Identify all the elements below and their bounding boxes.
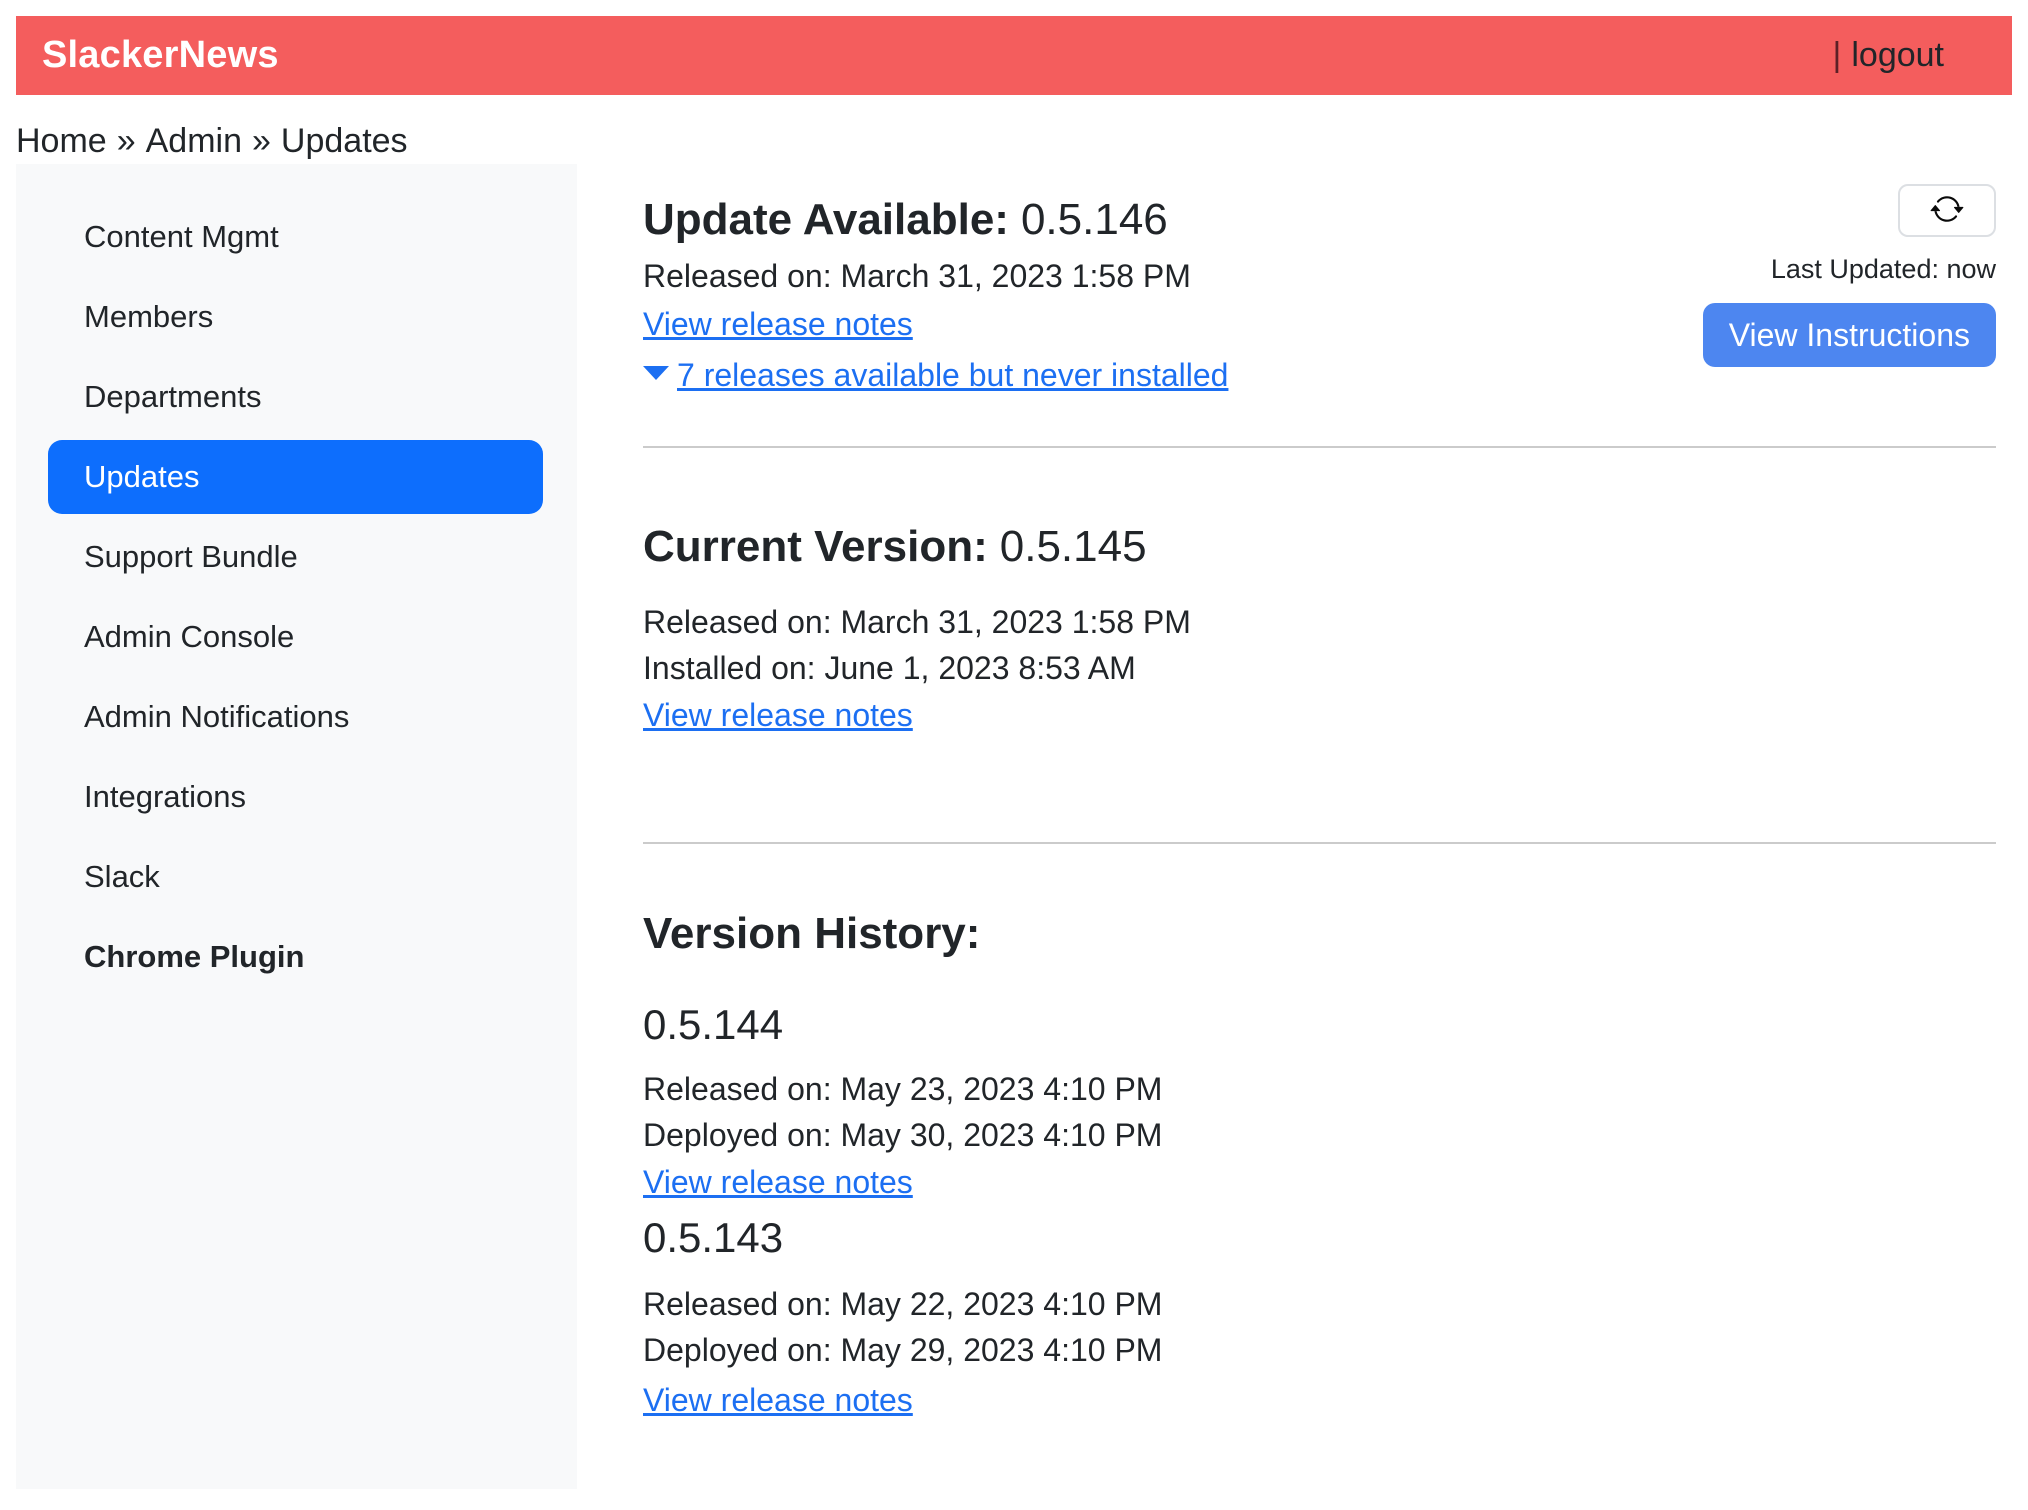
- current-released-on-text: Released on: March 31, 2023 1:58 PM: [643, 599, 1996, 645]
- pending-releases-link[interactable]: 7 releases available but never installed: [677, 353, 1228, 397]
- view-release-notes-link[interactable]: View release notes: [643, 302, 913, 346]
- sidebar-item-admin-notifications[interactable]: Admin Notifications: [16, 677, 577, 757]
- refresh-button[interactable]: [1898, 184, 1996, 237]
- version-history-entry: 0.5.143 Released on: May 22, 2023 4:10 P…: [643, 1213, 1996, 1422]
- current-installed-on-text: Installed on: June 1, 2023 8:53 AM: [643, 645, 1996, 691]
- history-entry-details: Released on: May 23, 2023 4:10 PM Deploy…: [643, 1066, 1996, 1158]
- breadcrumb-separator: »: [252, 122, 271, 160]
- sidebar-item-chrome-plugin[interactable]: Chrome Plugin: [16, 917, 577, 997]
- breadcrumb-home[interactable]: Home: [16, 122, 107, 160]
- breadcrumb-admin[interactable]: Admin: [146, 122, 242, 160]
- sidebar-item-support-bundle[interactable]: Support Bundle: [16, 517, 577, 597]
- current-version-heading: Current Version:0.5.145: [643, 521, 1996, 573]
- sidebar-item-slack[interactable]: Slack: [16, 837, 577, 917]
- logout-link[interactable]: logout: [1851, 36, 1944, 74]
- history-version-number: 0.5.143: [643, 1213, 1996, 1263]
- last-updated-text: Last Updated: now: [1771, 254, 1996, 285]
- content-layout: Content Mgmt Members Departments Updates…: [16, 164, 2012, 1489]
- sidebar-item-admin-console[interactable]: Admin Console: [16, 597, 577, 677]
- history-released-on-text: Released on: May 23, 2023 4:10 PM: [643, 1066, 1996, 1112]
- view-instructions-button[interactable]: View Instructions: [1703, 303, 1996, 367]
- history-released-on-text: Released on: May 22, 2023 4:10 PM: [643, 1281, 1996, 1327]
- update-available-version: 0.5.146: [1021, 195, 1168, 244]
- sidebar-item-integrations[interactable]: Integrations: [16, 757, 577, 837]
- history-entry-details: Released on: May 22, 2023 4:10 PM Deploy…: [643, 1281, 1996, 1373]
- breadcrumb-separator: »: [117, 122, 136, 160]
- main-content: Update Available:0.5.146 Released on: Ma…: [577, 164, 2012, 1489]
- section-divider: [643, 842, 1996, 844]
- breadcrumb: Home » Admin » Updates: [16, 122, 2028, 161]
- history-version-number: 0.5.144: [643, 1000, 1996, 1050]
- breadcrumb-current: Updates: [281, 122, 408, 160]
- current-version-details: Released on: March 31, 2023 1:58 PM Inst…: [643, 599, 1996, 691]
- section-current-version: Current Version:0.5.145 Released on: Mar…: [643, 521, 1996, 737]
- sidebar: Content Mgmt Members Departments Updates…: [16, 164, 577, 1489]
- current-version-label: Current Version:: [643, 522, 988, 571]
- section-version-history: Version History: 0.5.144 Released on: Ma…: [643, 908, 1996, 1422]
- brand-title[interactable]: SlackerNews: [42, 34, 279, 77]
- history-deployed-on-text: Deployed on: May 29, 2023 4:10 PM: [643, 1327, 1996, 1373]
- header-right: |logout: [1833, 36, 1986, 75]
- caret-down-icon: [643, 364, 669, 387]
- status-panel: Last Updated: now View Instructions: [1703, 184, 1996, 367]
- version-history-heading: Version History:: [643, 908, 1996, 960]
- version-history-entry: 0.5.144 Released on: May 23, 2023 4:10 P…: [643, 1000, 1996, 1204]
- app-header: SlackerNews |logout: [16, 16, 2012, 95]
- current-version-number: 0.5.145: [1000, 522, 1147, 571]
- history-deployed-on-text: Deployed on: May 30, 2023 4:10 PM: [643, 1112, 1996, 1158]
- update-available-label: Update Available:: [643, 195, 1009, 244]
- sidebar-item-updates[interactable]: Updates: [48, 440, 543, 514]
- sidebar-item-content-mgmt[interactable]: Content Mgmt: [16, 197, 577, 277]
- view-release-notes-link[interactable]: View release notes: [643, 1378, 913, 1422]
- page: SlackerNews |logout Home » Admin » Updates C…: [0, 0, 2028, 1510]
- sidebar-item-members[interactable]: Members: [16, 277, 577, 357]
- view-release-notes-link[interactable]: View release notes: [643, 693, 913, 737]
- logout-separator: |: [1833, 36, 1842, 74]
- view-release-notes-link[interactable]: View release notes: [643, 1160, 913, 1204]
- section-divider: [643, 446, 1996, 448]
- refresh-icon: [1930, 192, 1964, 229]
- sidebar-item-departments[interactable]: Departments: [16, 357, 577, 437]
